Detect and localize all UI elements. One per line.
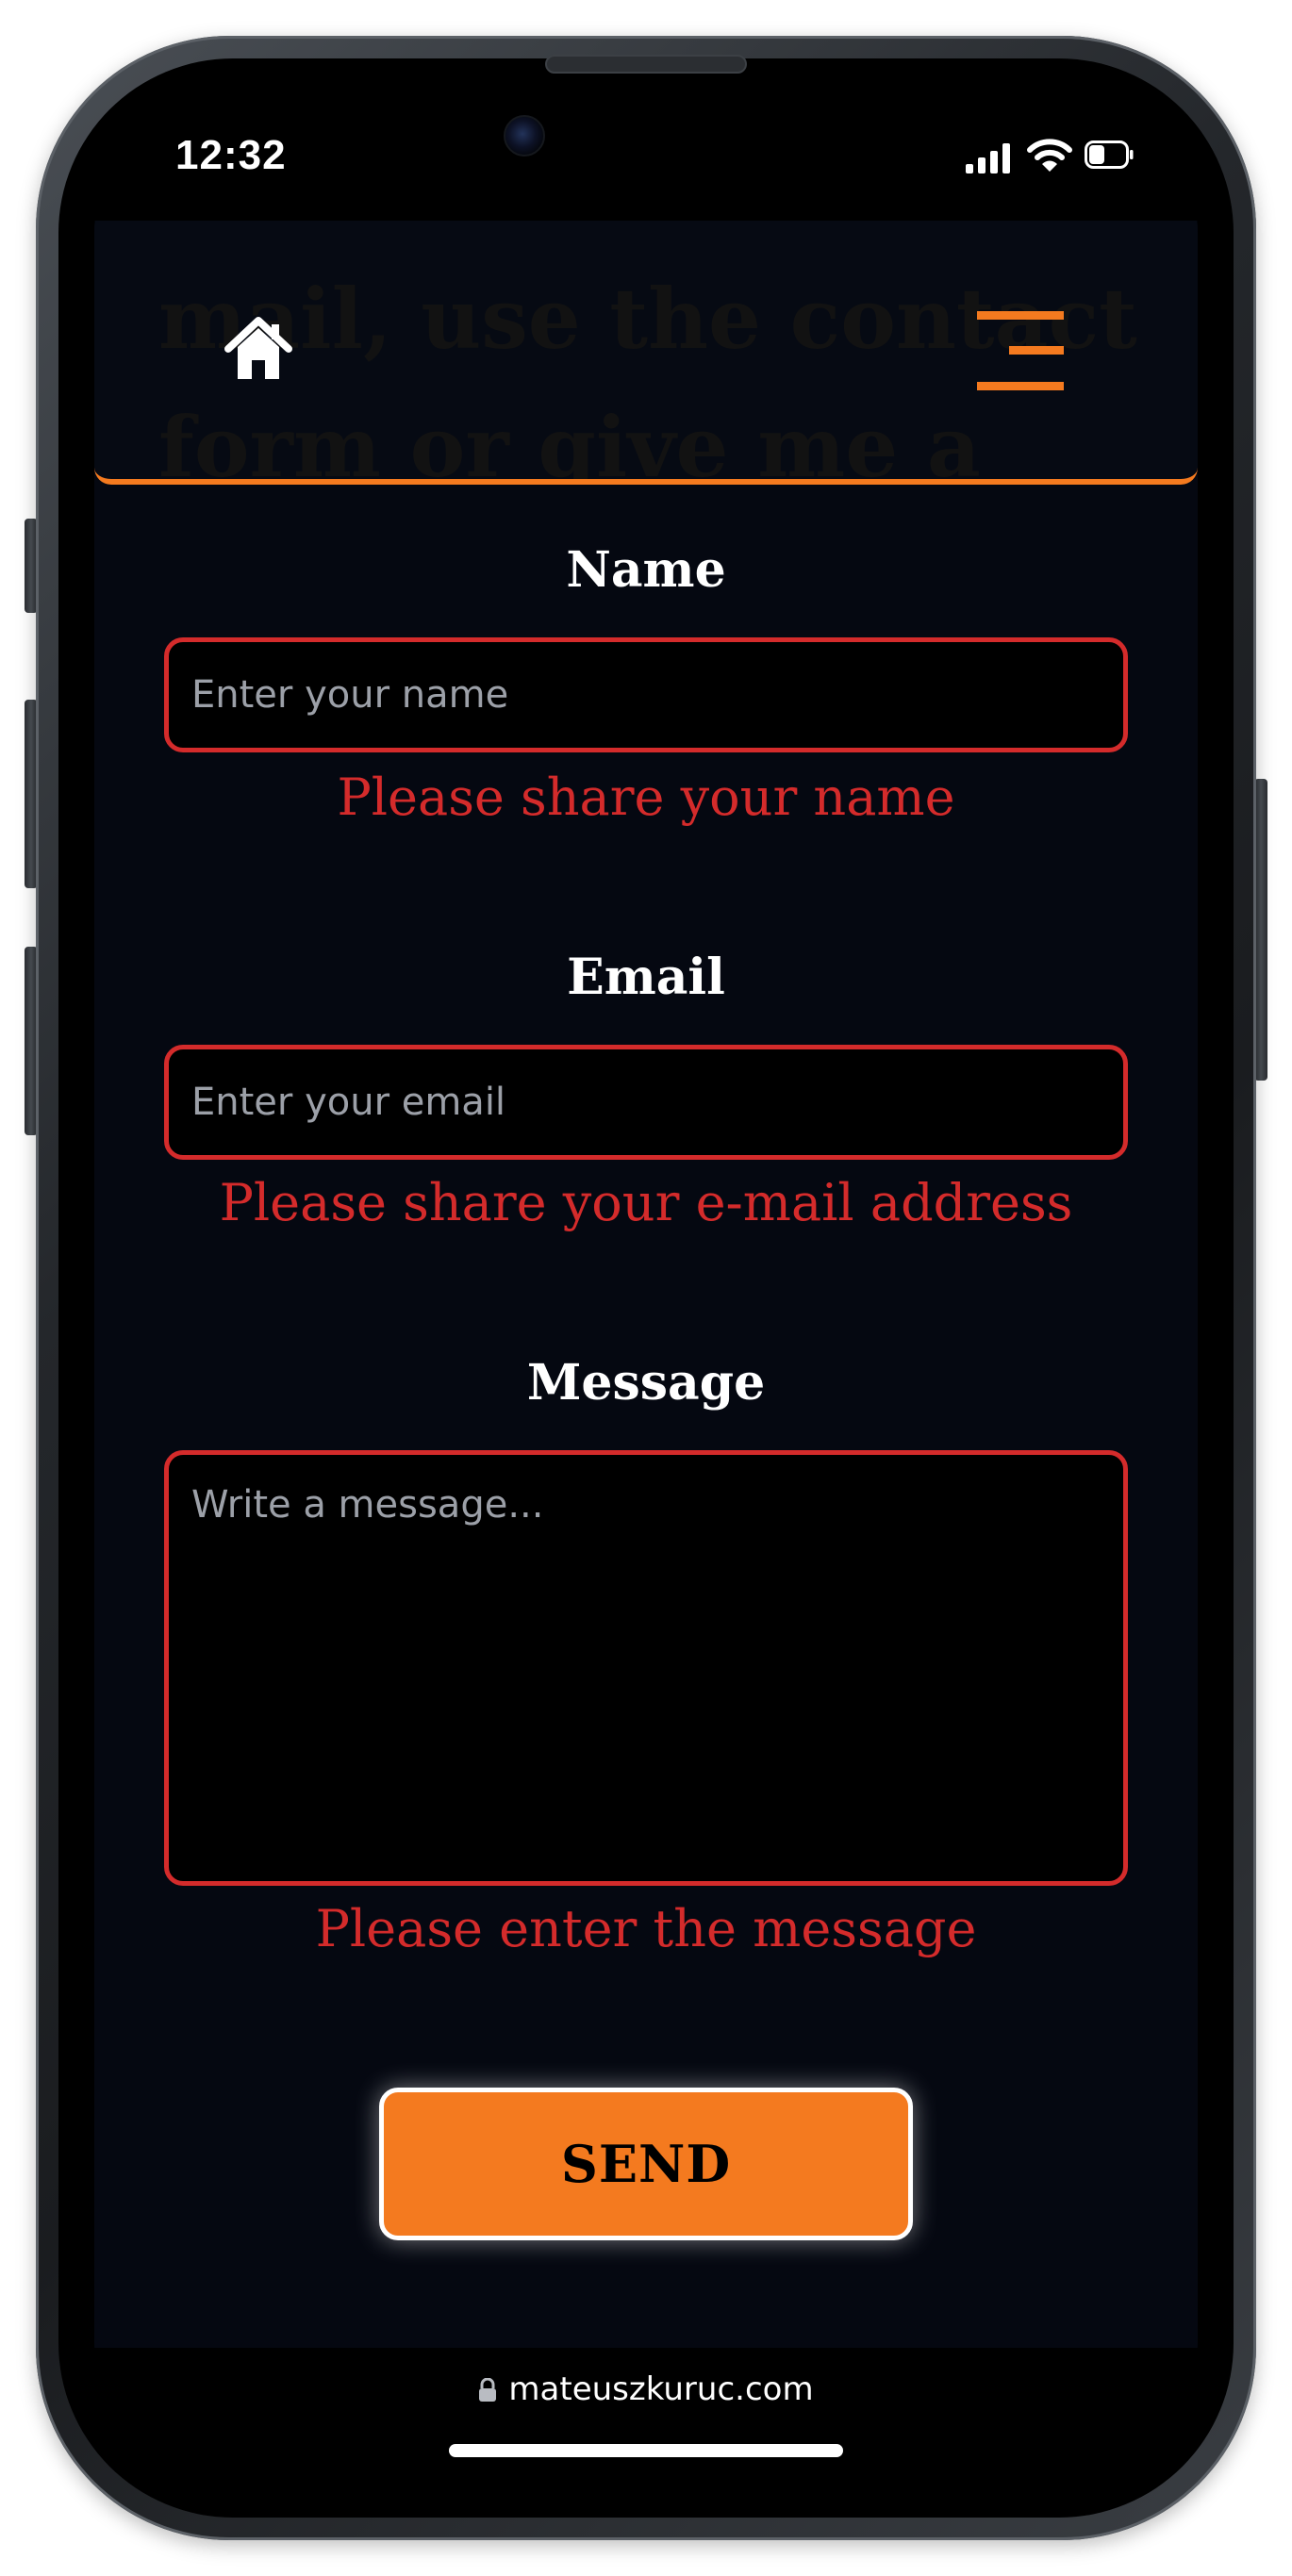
earpiece-speaker	[545, 55, 747, 74]
wifi-icon	[1027, 139, 1072, 172]
menu-line-middle	[1009, 346, 1064, 355]
home-button[interactable]	[221, 311, 296, 387]
dynamic-notch	[417, 94, 875, 189]
home-icon	[224, 317, 292, 379]
menu-line-bottom	[977, 382, 1064, 390]
url-row: mateuszkuruc.com	[94, 2370, 1198, 2408]
send-button[interactable]: SEND	[379, 2088, 913, 2240]
status-time: 12:32	[175, 132, 287, 178]
message-label: Message	[526, 1354, 766, 1412]
hamburger-menu-icon	[977, 311, 1064, 320]
message-textarea[interactable]	[164, 1450, 1128, 1886]
front-camera-icon	[504, 115, 545, 157]
web-content: mail, use the contact form or give me a …	[94, 221, 1198, 2348]
url-text: mateuszkuruc.com	[508, 2370, 814, 2408]
lock-icon	[479, 2378, 497, 2402]
browser-address-bar[interactable]: mateuszkuruc.com	[94, 2348, 1198, 2482]
menu-button[interactable]	[977, 311, 1064, 390]
name-error: Please share your name	[337, 768, 955, 827]
phone-screen: 12:32 mail, use the contact form or give…	[94, 94, 1198, 2482]
power-button	[1254, 779, 1267, 1081]
site-header: mail, use the contact form or give me a …	[94, 221, 1198, 485]
email-error: Please share your e-mail address	[219, 1173, 1073, 1232]
name-input[interactable]	[164, 637, 1128, 752]
home-indicator[interactable]	[449, 2444, 843, 2457]
signal-icon	[966, 143, 1010, 173]
status-bar: 12:32	[94, 94, 1198, 221]
message-error: Please enter the message	[315, 1899, 977, 1958]
name-label: Name	[566, 541, 726, 599]
email-label: Email	[567, 949, 725, 1006]
email-input[interactable]	[164, 1045, 1128, 1160]
battery-icon	[1085, 140, 1134, 169]
